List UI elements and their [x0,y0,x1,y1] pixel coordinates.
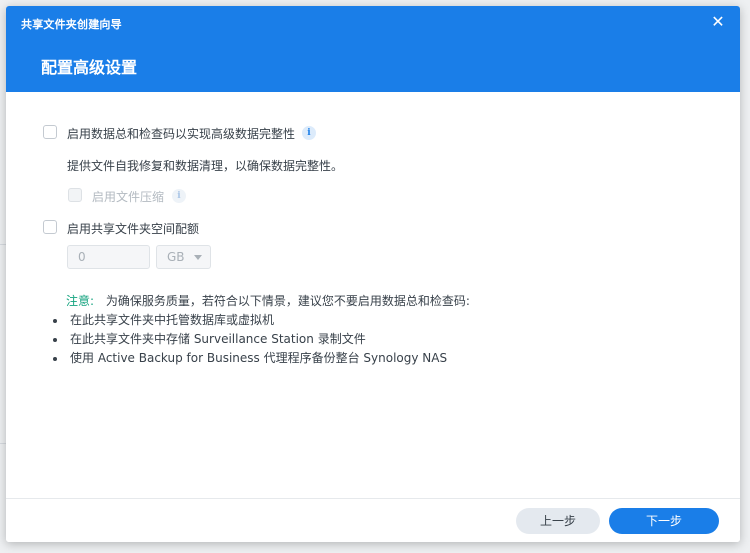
note-prefix: 注意: [66,294,95,308]
quota-label[interactable]: 启用共享文件夹空间配额 [67,220,199,237]
compression-label: 启用文件压缩 [92,190,165,204]
close-icon[interactable]: ✕ [708,12,728,32]
dialog-footer: 上一步 下一步 [6,498,740,542]
note-item: 使用 Active Backup for Business 代理程序备份整台 S… [50,349,470,368]
prev-button[interactable]: 上一步 [516,508,600,534]
wizard-dialog: 共享文件夹创建向导 ✕ 配置高级设置 启用数据总和检查码以实现高级数据完整性 i… [6,6,740,542]
note-list: 在此共享文件夹中托管数据库或虚拟机 在此共享文件夹中存储 Surveillanc… [50,311,470,368]
compression-checkbox[interactable] [68,188,82,202]
note-item: 在此共享文件夹中存储 Surveillance Station 录制文件 [50,330,470,349]
quota-checkbox[interactable] [43,220,57,234]
quota-unit-select[interactable]: GB [156,245,211,269]
checksum-label[interactable]: 启用数据总和检查码以实现高级数据完整性 [67,125,295,142]
chevron-down-icon [194,255,202,260]
dialog-header: 共享文件夹创建向导 ✕ 配置高级设置 [6,6,740,92]
note-heading: 注意: 为确保服务质量，若符合以下情景，建议您不要启用数据总和检查码: [66,292,470,311]
checksum-checkbox[interactable] [43,125,57,139]
note-block: 注意: 为确保服务质量，若符合以下情景，建议您不要启用数据总和检查码: 在此共享… [52,292,470,368]
note-item: 在此共享文件夹中托管数据库或虚拟机 [50,311,470,330]
window-title: 共享文件夹创建向导 [21,18,122,31]
next-button[interactable]: 下一步 [609,508,719,534]
dialog-body: 启用数据总和检查码以实现高级数据完整性 i 提供文件自我修复和数据清理，以确保数… [6,92,740,498]
quota-unit-value: GB [167,250,185,264]
quota-size-input[interactable]: 0 [67,245,150,269]
checksum-description: 提供文件自我修复和数据清理，以确保数据完整性。 [67,159,344,173]
step-title: 配置高级设置 [41,58,138,77]
checksum-info-icon[interactable]: i [302,126,316,140]
compression-info-icon[interactable]: i [172,189,186,203]
note-text: 为确保服务质量，若符合以下情景，建议您不要启用数据总和检查码: [105,294,470,308]
